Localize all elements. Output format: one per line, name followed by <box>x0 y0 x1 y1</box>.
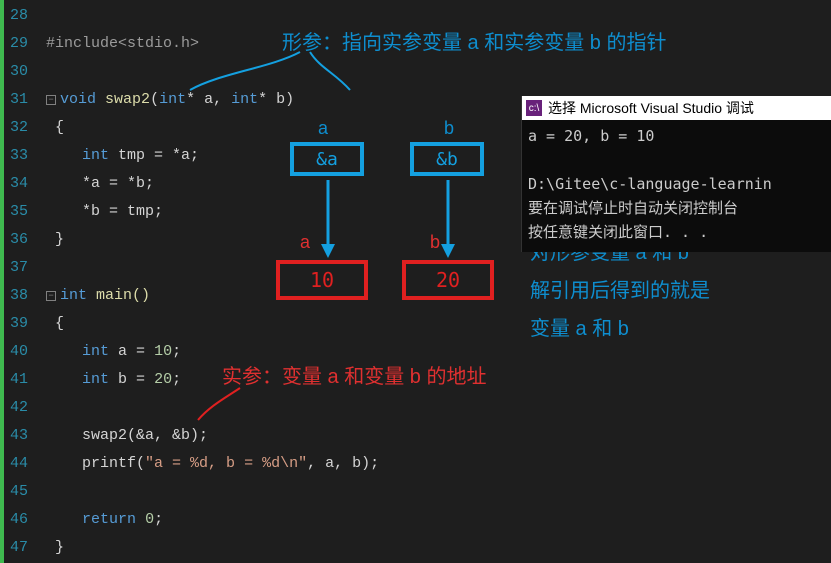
type: int <box>82 343 109 360</box>
preproc: #include <box>46 35 118 52</box>
string: "a = %d, b = %d\n" <box>145 455 307 472</box>
addr-b-box: &b <box>410 142 484 176</box>
console-line: 要在调试停止时自动关闭控制台 <box>528 199 738 217</box>
stmt: *a = *b; <box>46 175 154 192</box>
type: int <box>82 147 109 164</box>
stmt: tmp = *a; <box>109 147 199 164</box>
punct: ( <box>150 91 159 108</box>
code-line: { <box>46 310 831 338</box>
code-line: printf("a = %d, b = %d\n", a, b); <box>46 450 831 478</box>
annotation-actual-param: 实参：变量 a 和变量 b 的地址 <box>222 360 486 389</box>
arrow-down-icon <box>318 180 342 260</box>
annotation-explain-2: 解引用后得到的就是 <box>530 274 710 303</box>
line-number: 30 <box>10 58 28 86</box>
fold-icon[interactable]: − <box>46 291 56 301</box>
line-number: 40 <box>10 338 28 366</box>
brace: } <box>55 539 64 556</box>
label-b-top: b <box>444 118 454 139</box>
label-a-mid: a <box>300 232 310 253</box>
console-line: D:\Gitee\c-language-learnin <box>528 175 772 193</box>
brace: { <box>55 315 64 332</box>
brace: { <box>55 119 64 136</box>
arrow-red-icon <box>190 386 250 426</box>
console-window: c:\ 选择 Microsoft Visual Studio 调试 a = 20… <box>521 96 831 252</box>
stmt: , a, b); <box>307 455 379 472</box>
line-number: 44 <box>10 450 28 478</box>
label-b-mid: b <box>430 232 440 253</box>
number: 0 <box>145 511 154 528</box>
line-number: 39 <box>10 310 28 338</box>
console-title-text: 选择 Microsoft Visual Studio 调试 <box>548 98 754 118</box>
function-name: swap2 <box>105 91 150 108</box>
vs-icon: c:\ <box>526 100 542 116</box>
addr-a-box: &a <box>290 142 364 176</box>
annotation-formal-param: 形参：指向实参变量 a 和实参变量 b 的指针 <box>282 26 666 55</box>
brace: } <box>55 231 64 248</box>
line-number: 32 <box>10 114 28 142</box>
keyword: int <box>60 287 87 304</box>
line-number: 47 <box>10 534 28 562</box>
val-a-box: 10 <box>276 260 368 300</box>
keyword: void <box>60 91 96 108</box>
keyword: return <box>82 511 136 528</box>
stmt: a = <box>109 343 154 360</box>
function-name: main() <box>87 287 150 304</box>
line-number: 46 <box>10 506 28 534</box>
code-line <box>46 394 831 422</box>
line-number: 38 <box>10 282 28 310</box>
stmt: printf( <box>46 455 145 472</box>
code-line: } <box>46 534 831 562</box>
fold-icon[interactable]: − <box>46 95 56 105</box>
line-number: 43 <box>10 422 28 450</box>
number: 20 <box>154 371 172 388</box>
line-number: 37 <box>10 254 28 282</box>
param: * b) <box>258 91 294 108</box>
line-number: 34 <box>10 170 28 198</box>
number: 10 <box>154 343 172 360</box>
line-number: 36 <box>10 226 28 254</box>
annotation-explain-3: 变量 a 和 b <box>530 312 629 341</box>
line-number: 35 <box>10 198 28 226</box>
line-number: 28 <box>10 2 28 30</box>
line-number: 33 <box>10 142 28 170</box>
line-number: 45 <box>10 478 28 506</box>
stmt: b = <box>109 371 154 388</box>
console-output: a = 20, b = 10 D:\Gitee\c-language-learn… <box>522 120 831 252</box>
type: int <box>159 91 186 108</box>
console-line: 按任意键关闭此窗口. . . <box>528 223 708 241</box>
console-line: a = 20, b = 10 <box>528 127 654 145</box>
type: int <box>82 371 109 388</box>
line-number: 42 <box>10 394 28 422</box>
label-a-top: a <box>318 118 328 139</box>
code-line: return 0; <box>46 506 831 534</box>
code-line: swap2(&a, &b); <box>46 422 831 450</box>
stmt: *b = tmp; <box>46 203 163 220</box>
line-number: 29 <box>10 30 28 58</box>
arrow-down-icon <box>438 180 462 260</box>
line-number: 31 <box>10 86 28 114</box>
code-line <box>46 478 831 506</box>
type: int <box>231 91 258 108</box>
param: * a, <box>186 91 231 108</box>
line-number-gutter: 28 29 30 31 32 33 34 35 36 37 38 39 40 4… <box>4 0 38 563</box>
line-number: 41 <box>10 366 28 394</box>
console-titlebar[interactable]: c:\ 选择 Microsoft Visual Studio 调试 <box>522 96 831 120</box>
stmt: swap2(&a, &b); <box>46 427 208 444</box>
val-b-box: 20 <box>402 260 494 300</box>
